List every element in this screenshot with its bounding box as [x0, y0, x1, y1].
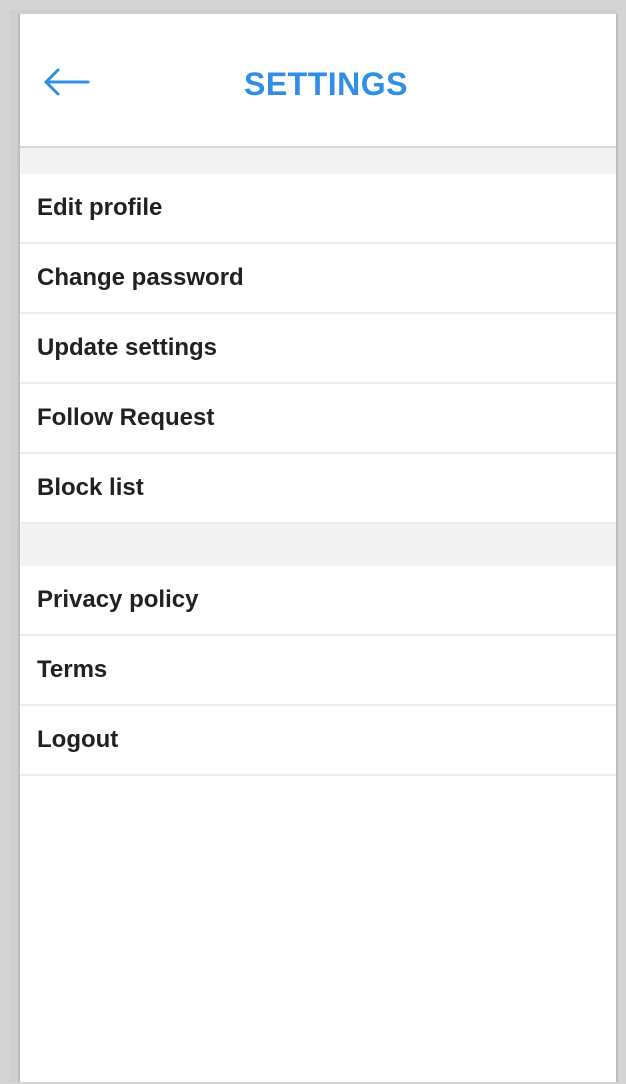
section-spacer: [20, 148, 616, 174]
settings-item-change-password[interactable]: Change password: [20, 244, 616, 314]
settings-screen: SETTINGS Edit profile Change password Up…: [18, 14, 618, 1082]
settings-item-privacy-policy[interactable]: Privacy policy: [20, 566, 616, 636]
settings-item-logout[interactable]: Logout: [20, 706, 616, 776]
settings-item-update-settings[interactable]: Update settings: [20, 314, 616, 384]
settings-item-follow-request[interactable]: Follow Request: [20, 384, 616, 454]
settings-item-edit-profile[interactable]: Edit profile: [20, 174, 616, 244]
settings-group-account: Edit profile Change password Update sett…: [20, 174, 616, 524]
app-header: SETTINGS: [20, 14, 616, 148]
page-title: SETTINGS: [243, 66, 408, 102]
section-spacer: [20, 524, 616, 566]
settings-item-terms[interactable]: Terms: [20, 636, 616, 706]
settings-item-block-list[interactable]: Block list: [20, 454, 616, 524]
settings-group-legal: Privacy policy Terms Logout: [20, 566, 616, 776]
